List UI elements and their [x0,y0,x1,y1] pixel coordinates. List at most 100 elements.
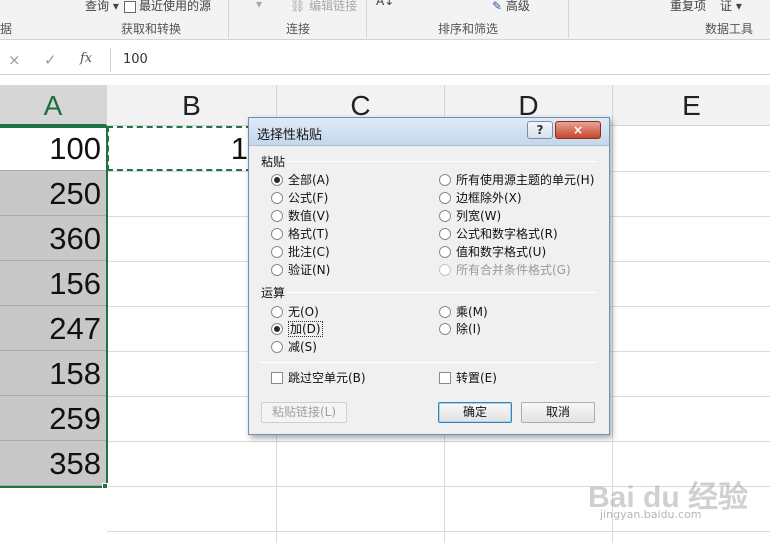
cell-a5[interactable]: 247 [0,306,107,351]
option-label: 验证(N) [288,263,331,277]
formula-bar: × ✓ fx 100 [0,45,770,75]
group-label-sort-filter: 排序和筛选 [438,22,499,36]
recent-sources-icon [124,0,136,13]
paste-option-column-widths[interactable]: 列宽(W) [439,208,501,224]
cell-a7[interactable]: 259 [0,396,107,441]
radio-icon [271,173,283,186]
paste-option-formats[interactable]: 格式(T) [271,226,329,242]
operation-option-add[interactable]: 加(D) [271,321,323,337]
radio-icon [439,209,451,222]
paste-option-values[interactable]: 数值(V) [271,208,330,224]
option-label: 除(I) [456,322,481,336]
cell-a4[interactable]: 156 [0,261,107,306]
option-label: 公式(F) [288,191,329,205]
watermark-url: jingyan.baidu.com [600,508,702,521]
radio-icon [271,305,283,318]
ok-button[interactable]: 确定 [438,402,512,423]
data-validation-button[interactable]: 证 ▾ [720,0,742,14]
option-label: 全部(A) [288,173,330,187]
checkbox-icon [439,371,451,384]
close-button[interactable]: × [555,121,601,139]
baidu-watermark: Bai du 经验 jingyan.baidu.com [588,462,768,532]
radio-icon [439,227,451,240]
option-label: 无(O) [288,305,319,319]
option-label: 所有使用源主题的单元(H) [456,173,595,187]
insert-function-icon[interactable]: fx [80,51,92,66]
paste-option-all[interactable]: 全部(A) [271,172,330,188]
cell-a8[interactable]: 358 [0,441,107,486]
edit-links-button[interactable]: ⛓ 编辑链接 [290,0,357,14]
paste-option-except-borders[interactable]: 边框除外(X) [439,190,522,206]
connections-dropdown-icon[interactable]: ▾ [256,0,262,11]
paste-link-button[interactable]: 粘贴链接(L) [261,402,347,423]
paste-special-dialog: 选择性粘贴 ? × 粘贴 全部(A) 公式(F) 数值(V) 格式(T) 批注(… [248,117,610,435]
radio-icon [271,245,283,258]
group-label-connections: 连接 [286,22,311,36]
cell-a6[interactable]: 158 [0,351,107,396]
recent-sources-button[interactable]: 最近使用的源 [124,0,211,14]
cancel-button[interactable]: 取消 [521,402,595,423]
paste-option-values-number-formats[interactable]: 值和数字格式(U) [439,244,546,260]
option-label: 数值(V) [288,209,330,223]
cell-a1[interactable]: 100 [0,126,107,171]
operation-option-divide[interactable]: 除(I) [439,321,481,337]
group-label-get-transform: 获取和转换 [121,22,182,36]
paste-option-comments[interactable]: 批注(C) [271,244,330,260]
fill-handle[interactable] [102,483,108,489]
edit-links-label: 编辑链接 [309,0,358,13]
advanced-label: 高级 [505,0,530,13]
paste-option-formulas[interactable]: 公式(F) [271,190,328,206]
radio-icon [439,322,451,335]
paste-option-formulas-number-formats[interactable]: 公式和数字格式(R) [439,226,558,242]
option-label: 边框除外(X) [456,191,522,205]
formula-value: 100 [123,52,148,67]
paste-option-source-theme[interactable]: 所有使用源主题的单元(H) [439,172,594,188]
option-label: 格式(T) [288,227,329,241]
option-label: 公式和数字格式(R) [456,227,558,241]
formula-input[interactable]: 100 [110,48,770,72]
data-validation-label: 证 [720,0,733,13]
help-button[interactable]: ? [527,121,553,139]
radio-icon [271,322,283,335]
group-label-data-tools: 数据工具 [705,22,754,36]
sort-icon[interactable]: A↓ [376,0,394,8]
paste-section-label: 粘贴 [261,155,286,169]
advanced-filter-icon: ✎ [492,0,503,13]
cell-a3[interactable]: 360 [0,216,107,261]
operation-option-multiply[interactable]: 乘(M) [439,304,488,320]
transpose-checkbox[interactable]: 转置(E) [439,370,497,386]
option-label: 批注(C) [288,245,330,259]
enter-icon[interactable]: ✓ [44,51,57,69]
ribbon: 查询 ▾ 最近使用的源 ▾ ⛓ 编辑链接 A↓ ✎ 高级 重复项 证 ▾ 据 获… [0,0,770,40]
dialog-title-bar[interactable]: 选择性粘贴 ? × [249,118,609,146]
radio-icon [439,245,451,258]
cancel-icon[interactable]: × [8,51,21,69]
operation-option-none[interactable]: 无(O) [271,304,319,320]
radio-icon [271,340,283,353]
option-label: 列宽(W) [456,209,502,223]
advanced-button[interactable]: ✎ 高级 [492,0,530,14]
column-header-e[interactable]: E [613,85,770,126]
radio-icon [439,173,451,186]
query-label: 查询 [85,0,110,13]
skip-blanks-checkbox[interactable]: 跳过空单元(B) [271,370,366,386]
operation-option-subtract[interactable]: 减(S) [271,339,317,355]
cell-a2[interactable]: 250 [0,171,107,216]
query-button[interactable]: 查询 ▾ [85,0,119,14]
operation-section-label: 运算 [261,286,286,300]
remove-duplicates-button[interactable]: 重复项 [670,0,706,14]
radio-icon [439,305,451,318]
edit-links-icon: ⛓ [290,0,306,13]
radio-icon [439,263,451,276]
recent-sources-label: 最近使用的源 [139,0,212,13]
paste-option-merge-conditional-formats: 所有合并条件格式(G) [439,262,571,278]
paste-option-validation[interactable]: 验证(N) [271,262,330,278]
option-label: 加(D) [288,321,323,337]
option-label: 所有合并条件格式(G) [456,263,571,277]
column-header-a[interactable]: A [0,85,107,126]
checkbox-label: 转置(E) [456,371,497,385]
option-label: 乘(M) [456,305,488,319]
group-label-get-transform-partial: 据 [0,22,13,36]
radio-icon [271,191,283,204]
copy-marquee [107,126,252,171]
